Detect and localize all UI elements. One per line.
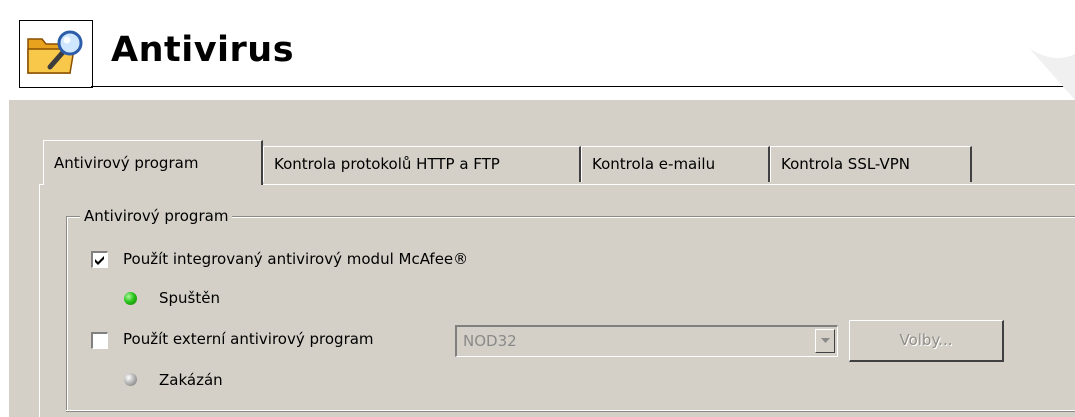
- tab-antivirovy-program[interactable]: Antivirový program: [43, 140, 263, 185]
- tab-label: Kontrola SSL-VPN: [781, 155, 910, 173]
- dropdown-arrow-button[interactable]: [815, 329, 835, 353]
- page-curl-decoration: [1000, 14, 1075, 100]
- integrated-status-text: Spuštěn: [159, 289, 220, 307]
- tab-kontrola-protokolu[interactable]: Kontrola protokolů HTTP a FTP: [263, 146, 581, 182]
- integrated-antivirus-checkbox[interactable]: [91, 251, 108, 268]
- select-value: NOD32: [463, 332, 517, 350]
- chevron-down-icon: [821, 338, 830, 343]
- external-antivirus-select[interactable]: NOD32: [455, 325, 838, 357]
- status-disabled-icon: [124, 373, 137, 386]
- header-divider: [91, 86, 1075, 87]
- options-button[interactable]: Volby...: [849, 320, 1004, 362]
- external-antivirus-label[interactable]: Použít externí antivirový program: [123, 329, 374, 349]
- tab-label: Kontrola e-mailu: [592, 155, 716, 173]
- folder-magnifier-icon: [27, 30, 83, 74]
- antivirus-icon-frame: [19, 20, 93, 88]
- checkmark-icon: [95, 256, 104, 265]
- tab-label: Antivirový program: [54, 154, 199, 172]
- tab-kontrola-emailu[interactable]: Kontrola e-mailu: [581, 146, 770, 182]
- external-status-text: Zakázán: [159, 371, 223, 389]
- page-header: Antivirus: [0, 0, 1075, 100]
- groupbox-legend: Antivirový program: [80, 206, 233, 226]
- page-title: Antivirus: [111, 30, 295, 70]
- integrated-antivirus-label[interactable]: Použít integrovaný antivirový modul McAf…: [123, 249, 468, 269]
- groupbox-bottom-edge: [66, 410, 1075, 411]
- tab-kontrola-ssl-vpn[interactable]: Kontrola SSL-VPN: [770, 146, 972, 182]
- status-running-icon: [124, 292, 137, 305]
- tab-label: Kontrola protokolů HTTP a FTP: [274, 155, 500, 173]
- external-antivirus-checkbox[interactable]: [91, 332, 108, 349]
